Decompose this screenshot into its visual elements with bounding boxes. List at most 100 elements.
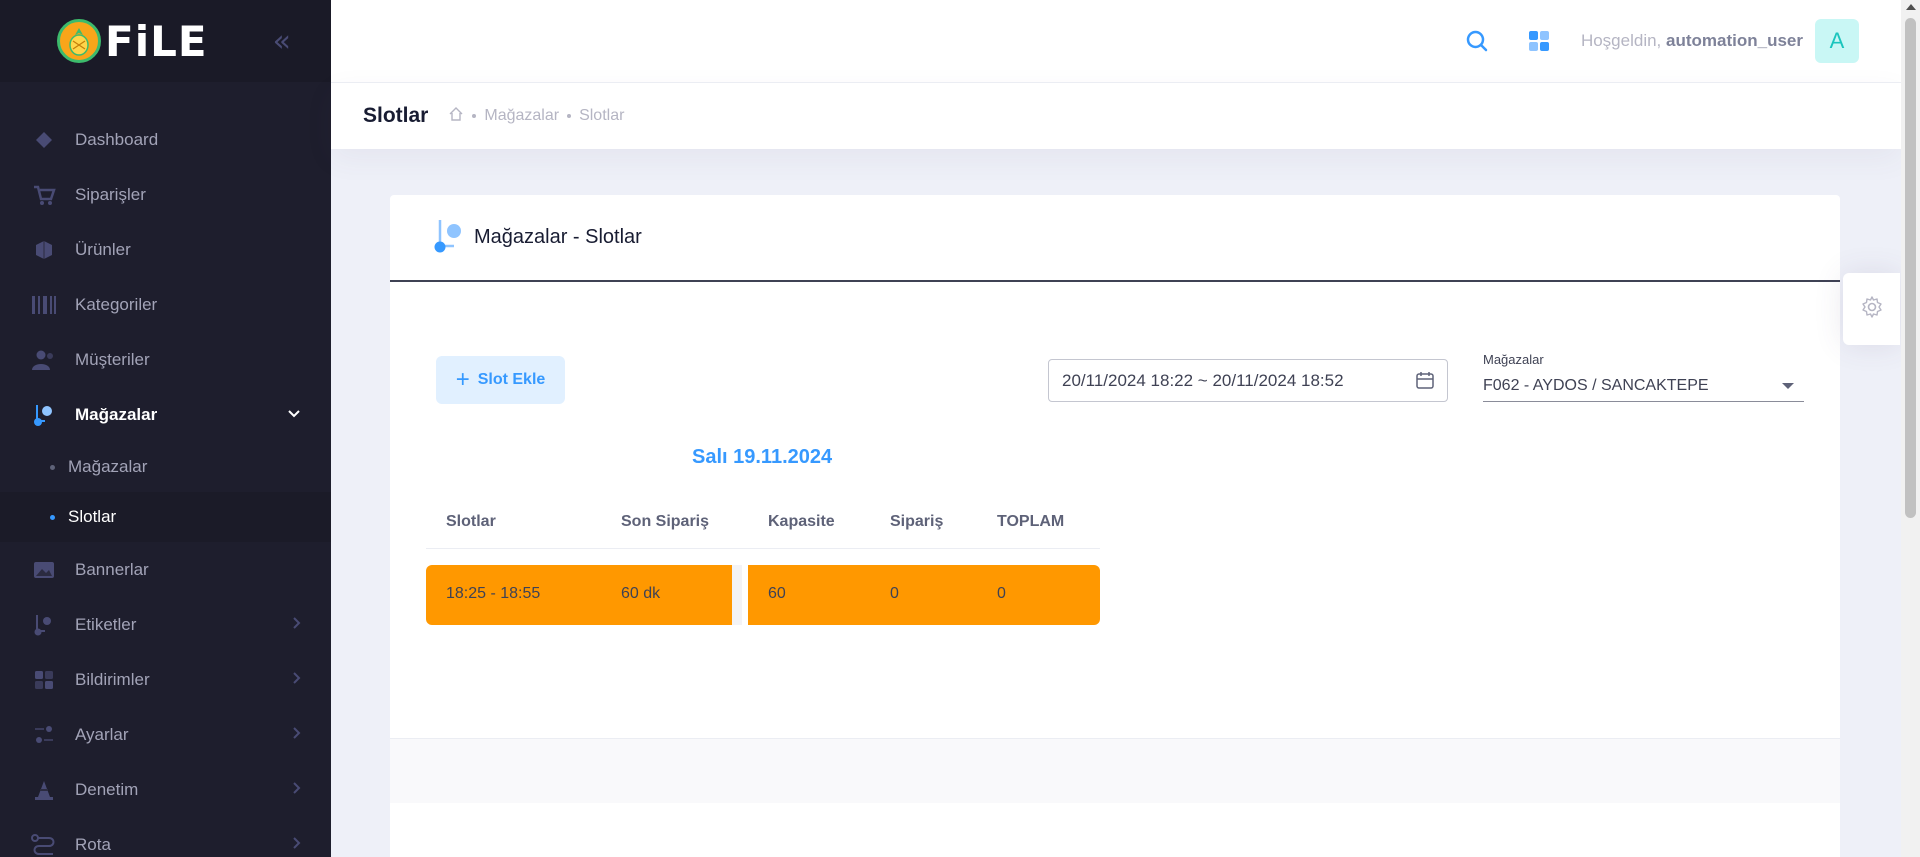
store-select[interactable]: F062 - AYDOS / SANCAKTEPE <box>1483 371 1804 402</box>
sidebar-item-label: Müşteriler <box>75 349 150 369</box>
breadcrumb-item-magazalar[interactable]: Mağazalar <box>484 107 559 125</box>
chevron-down-icon <box>287 407 301 423</box>
slot-total: 0 <box>997 585 1006 602</box>
add-slot-button[interactable]: + Slot Ekle <box>436 356 565 404</box>
scroll-up-arrow-icon[interactable] <box>1906 4 1916 10</box>
sidebar-item-urunler[interactable]: Ürünler <box>0 222 331 277</box>
sidebar-item-label: Denetim <box>75 779 139 799</box>
sidebar-menu: Dashboard Siparişler Ürünler Kategoriler… <box>0 82 331 857</box>
subheader: Slotlar Mağazalar Slotlar <box>331 82 1901 149</box>
card-title: Mağazalar - Slotlar <box>474 226 642 248</box>
sidebar: FiLE « Dashboard Siparişler Ürünler Kate… <box>0 0 331 857</box>
grid-icon <box>30 666 58 694</box>
sidebar-subitem-magazalar[interactable]: Mağazalar <box>0 442 331 492</box>
sidebar-item-label: Bannerlar <box>75 559 149 579</box>
caret-down-icon <box>1782 383 1794 389</box>
column-header-slotlar[interactable]: Slotlar <box>446 513 496 531</box>
store-icon <box>434 218 464 258</box>
column-header-siparis[interactable]: Sipariş <box>890 513 943 531</box>
sidebar-item-label: Ayarlar <box>75 724 129 744</box>
slot-divider <box>732 565 742 625</box>
slots-card: Mağazalar - Slotlar + Slot Ekle 20/11/20… <box>390 195 1840 857</box>
search-icon[interactable] <box>1457 21 1497 61</box>
box-icon <box>30 236 58 264</box>
page-title: Slotlar <box>363 104 429 127</box>
slot-capacity: 60 <box>768 585 786 602</box>
cart-icon <box>30 181 58 209</box>
sidebar-item-label: Siparişler <box>75 184 146 204</box>
sidebar-subitem-label: Slotlar <box>68 507 117 526</box>
scrollbar-thumb[interactable] <box>1905 18 1916 518</box>
store-select-label: Mağazalar <box>1483 352 1544 367</box>
sidebar-item-label: Kategoriler <box>75 294 158 314</box>
page-scrollbar[interactable] <box>1901 0 1920 857</box>
user-greeting[interactable]: Hoşgeldin, automation_user <box>1581 31 1803 51</box>
sidebar-item-rota[interactable]: Rota <box>0 817 331 857</box>
sidebar-item-kategoriler[interactable]: Kategoriler <box>0 277 331 332</box>
sidebar-item-ayarlar[interactable]: Ayarlar <box>0 707 331 762</box>
route-icon <box>30 831 58 857</box>
double-chevron-left-icon[interactable]: « <box>273 24 291 59</box>
slot-last-order: 60 dk <box>621 585 661 602</box>
calendar-icon[interactable] <box>1415 370 1435 395</box>
chevron-right-icon <box>291 616 301 634</box>
home-icon[interactable] <box>448 106 464 127</box>
card-footer <box>390 738 1840 803</box>
sidebar-subitem-label: Mağazalar <box>68 457 148 476</box>
sidebar-item-magazalar[interactable]: Mağazalar <box>0 387 331 442</box>
slots-table: Slotlar Son Sipariş Kapasite Sipariş TOP… <box>426 495 1100 625</box>
day-title: Salı 19.11.2024 <box>692 446 833 468</box>
chevron-right-icon <box>291 781 301 799</box>
breadcrumb-separator <box>567 114 572 118</box>
avatar[interactable]: A <box>1815 19 1859 63</box>
card-header: Mağazalar - Slotlar <box>390 195 1840 282</box>
pineapple-logo-icon <box>57 19 101 63</box>
slot-stats-block[interactable] <box>748 565 1100 625</box>
chevron-right-icon <box>291 671 301 689</box>
diamond-icon <box>30 126 58 154</box>
apps-grid-icon[interactable] <box>1519 21 1559 61</box>
column-header-son-siparis[interactable]: Son Sipariş <box>621 513 709 531</box>
sidebar-item-bildirimler[interactable]: Bildirimler <box>0 652 331 707</box>
slot-time: 18:25 - 18:55 <box>446 585 541 602</box>
sidebar-item-label: Bildirimler <box>75 669 150 689</box>
store-icon <box>30 401 58 429</box>
sidebar-item-label: Etiketler <box>75 614 137 634</box>
sidebar-item-musteriler[interactable]: Müşteriler <box>0 332 331 387</box>
date-range-value: 20/11/2024 18:22 ~ 20/11/2024 18:52 <box>1062 370 1344 390</box>
breadcrumb-item-slotlar[interactable]: Slotlar <box>579 107 624 125</box>
image-icon <box>30 556 58 584</box>
table-header: Slotlar Son Sipariş Kapasite Sipariş TOP… <box>426 495 1100 549</box>
sidebar-item-label: Mağazalar <box>75 404 158 424</box>
gear-icon <box>1860 295 1884 323</box>
chevron-right-icon <box>291 836 301 854</box>
column-header-kapasite[interactable]: Kapasite <box>768 513 835 531</box>
settings-toggle[interactable] <box>1843 273 1900 345</box>
sidebar-item-label: Ürünler <box>75 239 131 259</box>
sliders-icon <box>30 721 58 749</box>
sidebar-item-label: Rota <box>75 834 111 854</box>
table-row[interactable]: 18:25 - 18:55 60 dk 60 0 0 <box>426 565 1100 625</box>
cone-icon <box>30 776 58 804</box>
column-header-toplam[interactable]: TOPLAM <box>997 513 1064 531</box>
slot-orders: 0 <box>890 585 899 602</box>
sidebar-item-bannerlar[interactable]: Bannerlar <box>0 542 331 597</box>
sidebar-subitem-slotlar[interactable]: Slotlar <box>0 492 331 542</box>
bullet-icon <box>50 514 55 520</box>
chevron-right-icon <box>291 726 301 744</box>
brand-name: FiLE <box>105 16 208 66</box>
bullet-icon <box>50 464 55 470</box>
breadcrumb: Mağazalar Slotlar <box>448 106 624 127</box>
sidebar-item-etiketler[interactable]: Etiketler <box>0 597 331 652</box>
add-slot-label: Slot Ekle <box>477 371 546 388</box>
greeting-prefix: Hoşgeldin, <box>1580 31 1662 50</box>
brand-logo[interactable]: FiLE <box>57 17 208 66</box>
date-range-input[interactable]: 20/11/2024 18:22 ~ 20/11/2024 18:52 <box>1048 359 1448 402</box>
sidebar-item-siparisler[interactable]: Siparişler <box>0 167 331 222</box>
sidebar-item-denetim[interactable]: Denetim <box>0 762 331 817</box>
barcode-icon <box>30 291 58 319</box>
tag-icon <box>30 611 58 639</box>
store-select-value: F062 - AYDOS / SANCAKTEPE <box>1483 377 1709 394</box>
sidebar-item-dashboard[interactable]: Dashboard <box>0 112 331 167</box>
topbar: Hoşgeldin, automation_user A <box>331 0 1901 82</box>
